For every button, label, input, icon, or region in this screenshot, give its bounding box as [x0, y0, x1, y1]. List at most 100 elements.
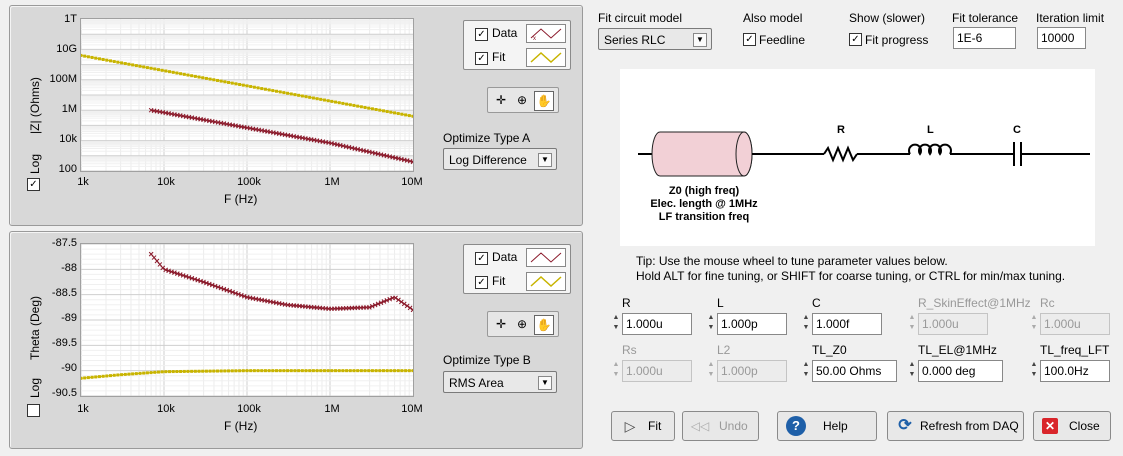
x-tick-label: 1k: [77, 403, 89, 415]
fit-point-marker: [142, 371, 146, 375]
param-spinner-icon[interactable]: ▲ ▼: [610, 313, 622, 335]
fit-point-marker: [81, 53, 83, 57]
fit-button[interactable]: ▷ Fit: [611, 411, 675, 441]
param-label: Rs: [622, 343, 637, 357]
feedline-checkbox[interactable]: ✓: [743, 33, 756, 46]
pan-hand-icon[interactable]: ✋: [534, 91, 554, 111]
param-spinner-icon[interactable]: ▲ ▼: [1028, 360, 1040, 382]
param-value-input[interactable]: 100.0Hz: [1040, 360, 1110, 382]
fit-point-marker: [230, 369, 234, 373]
data-visible-checkbox[interactable]: ✓: [475, 28, 488, 41]
param-spinner-icon[interactable]: ▲ ▼: [800, 313, 812, 335]
y-tick-label: 10G: [56, 43, 77, 55]
fit-point-marker: [223, 369, 227, 373]
x-tick-label: 1M: [324, 176, 340, 188]
fit-plot-swatch[interactable]: [526, 48, 566, 67]
data-plot-swatch[interactable]: [526, 248, 566, 267]
fit-point-marker: [238, 369, 242, 373]
param-spinner-icon[interactable]: ▲ ▼: [705, 313, 717, 335]
fit-point-marker: [212, 369, 216, 373]
param-value-input[interactable]: 0.000 deg: [918, 360, 1003, 382]
fit-point-marker: [204, 76, 208, 80]
fit-point-marker: [138, 371, 142, 375]
data-plot-swatch[interactable]: x: [526, 24, 566, 43]
param-value-input[interactable]: 1.000u: [622, 360, 692, 382]
param-spinner-icon[interactable]: ▲ ▼: [1028, 313, 1040, 335]
param-value-input[interactable]: 1.000p: [717, 313, 787, 335]
fit-plot-swatch[interactable]: [526, 272, 566, 291]
fit-point-marker: [404, 369, 408, 373]
y-axis-label: Theta (Deg): [28, 295, 42, 360]
param-value-input[interactable]: 1.000p: [717, 360, 787, 382]
param-value-input[interactable]: 50.00 Ohms: [812, 360, 897, 382]
pan-hand-icon[interactable]: ✋: [534, 315, 554, 335]
x-tick-label: 100k: [237, 403, 261, 415]
fit-point-marker: [370, 369, 374, 373]
fit-visible-checkbox[interactable]: ✓: [475, 52, 488, 65]
zoom-tool-icon[interactable]: ⊕: [513, 315, 531, 333]
fit-point-marker: [389, 110, 393, 114]
fit-progress-checkbox[interactable]: ✓: [849, 33, 862, 46]
y-tick-label: 1M: [61, 103, 77, 115]
help-button[interactable]: ? Help: [777, 411, 877, 441]
fit-point-marker: [179, 72, 183, 76]
fit-point-marker: [219, 369, 223, 373]
plot-legend: ✓ Data x ✓ Fit: [463, 20, 571, 70]
inductor-label: L: [927, 124, 934, 136]
fit-point-marker: [393, 369, 397, 373]
optimize-type-a-select[interactable]: Log Difference ▼: [443, 148, 557, 170]
param-spinner-icon[interactable]: ▲ ▼: [906, 360, 918, 382]
fit-model-select[interactable]: Series RLC ▼: [598, 28, 712, 50]
fit-point-marker: [127, 372, 131, 376]
log-scale-checkbox[interactable]: [27, 404, 40, 417]
param-spinner-icon[interactable]: ▲ ▼: [800, 360, 812, 382]
y-tick-label: -89: [61, 312, 77, 324]
fit-point-marker: [337, 369, 341, 373]
close-button[interactable]: ✕ Close: [1033, 411, 1111, 441]
optimize-type-b-select[interactable]: RMS Area ▼: [443, 371, 557, 393]
transmission-line-caption: Z0 (high freq) Elec. length @ 1MHz LF tr…: [650, 185, 758, 224]
fit-visible-checkbox[interactable]: ✓: [475, 276, 488, 289]
zoom-tool-icon[interactable]: ⊕: [513, 91, 531, 109]
param-label: L: [717, 296, 724, 310]
fit-point-marker: [168, 370, 172, 374]
fit-point-marker: [227, 369, 231, 373]
svg-text:x: x: [533, 36, 536, 42]
cursor-tool-icon[interactable]: ✛: [492, 315, 510, 333]
fit-point-marker: [175, 370, 179, 374]
fit-point-marker: [256, 86, 260, 90]
fit-point-marker: [260, 369, 264, 373]
param-value-input[interactable]: 1.000u: [622, 313, 692, 335]
param-spinner-icon[interactable]: ▲ ▼: [906, 313, 918, 335]
param-value-input[interactable]: 1.000u: [1040, 313, 1110, 335]
magnitude-plot-area[interactable]: [80, 18, 414, 172]
fit-point-marker: [171, 70, 175, 74]
tip-line-1: Tip: Use the mouse wheel to tune paramet…: [636, 254, 948, 268]
fit-point-marker: [193, 369, 197, 373]
undo-button[interactable]: ◁◁ Undo: [682, 411, 759, 441]
iteration-limit-input[interactable]: 10000: [1037, 27, 1086, 49]
param-value-input[interactable]: 1.000u: [918, 313, 988, 335]
param-label: TL_EL@1MHz: [918, 343, 997, 357]
fit-point-marker: [326, 369, 330, 373]
log-scale-checkbox[interactable]: ✓: [27, 178, 40, 191]
data-visible-checkbox[interactable]: ✓: [475, 252, 488, 265]
fit-point-marker: [238, 82, 242, 86]
fit-point-marker: [105, 374, 109, 378]
x-tick-label: 10M: [401, 403, 423, 415]
phase-plot-area[interactable]: [80, 243, 414, 397]
fit-point-marker: [116, 373, 120, 377]
fit-point-marker: [407, 114, 411, 118]
fit-point-marker: [215, 369, 219, 373]
fit-point-marker: [304, 95, 308, 99]
cursor-tool-icon[interactable]: ✛: [492, 91, 510, 109]
fit-tolerance-input[interactable]: 1E-6: [953, 27, 1016, 49]
fit-point-marker: [297, 369, 301, 373]
refresh-from-daq-button[interactable]: ⟳ Refresh from DAQ: [887, 411, 1024, 441]
param-spinner-icon[interactable]: ▲ ▼: [705, 360, 717, 382]
param-spinner-icon[interactable]: ▲ ▼: [610, 360, 622, 382]
fit-point-marker: [179, 369, 183, 373]
fit-point-marker: [275, 369, 279, 373]
param-value-input[interactable]: 1.000f: [812, 313, 882, 335]
fit-point-marker: [400, 369, 404, 373]
